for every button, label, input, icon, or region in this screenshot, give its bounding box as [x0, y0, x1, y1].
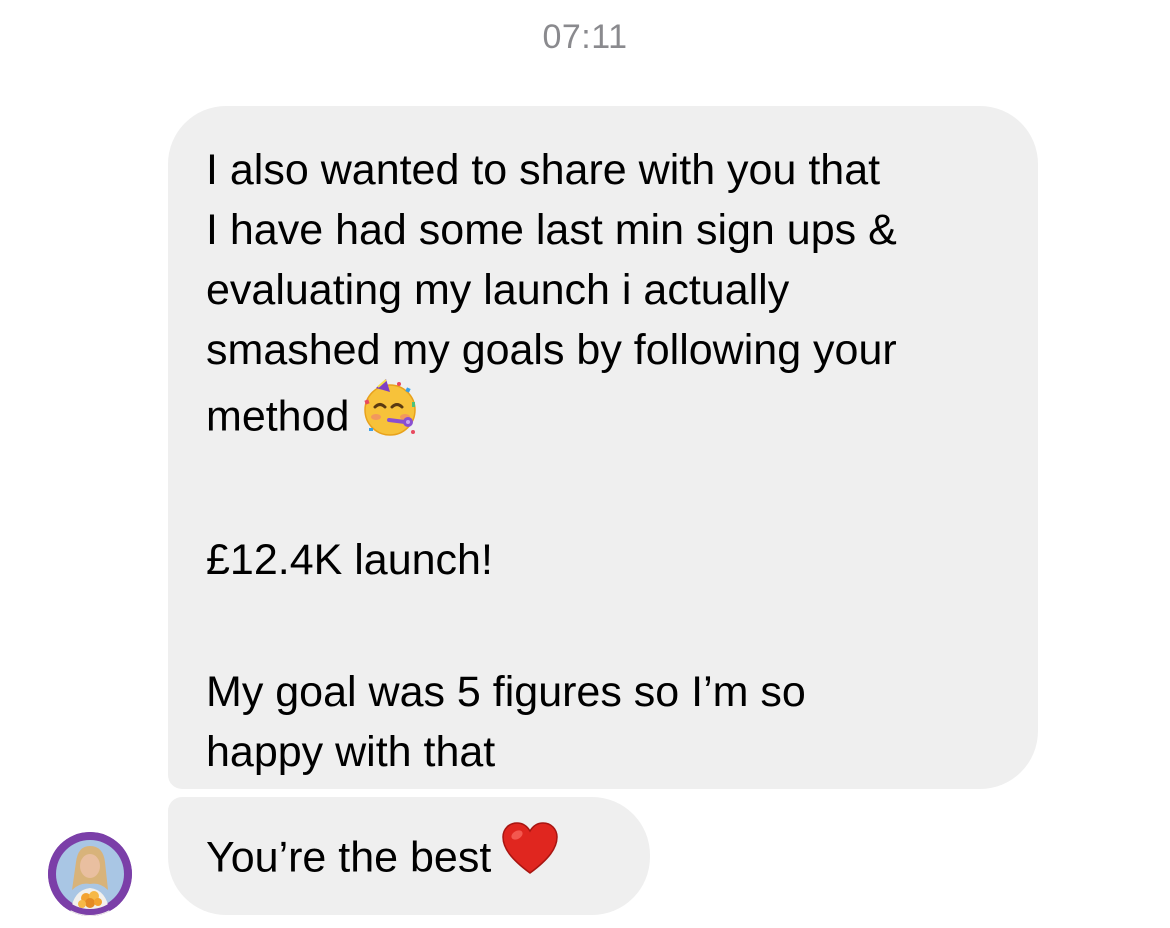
message-bubble[interactable]: You’re the best	[168, 797, 650, 915]
message-line: happy with that	[206, 728, 496, 776]
message-line: £12.4K launch!	[206, 536, 493, 584]
message-line: evaluating my launch i actually	[206, 266, 790, 314]
sender-avatar[interactable]	[48, 832, 132, 916]
red-heart-icon	[501, 821, 559, 891]
message-line-text: method	[206, 392, 350, 441]
partying-face-emoji-icon	[359, 376, 421, 454]
message-timestamp: 07:11	[542, 18, 628, 56]
message-line: smashed my goals by following your	[206, 326, 897, 374]
message-line: method	[206, 379, 1008, 458]
message-line: My goal was 5 figures so I’m so	[206, 668, 806, 716]
message-bubble[interactable]: I also wanted to share with you that I h…	[168, 106, 1038, 789]
message-line: I have had some last min sign ups &	[206, 206, 897, 254]
message-line: I also wanted to share with you that	[206, 146, 881, 194]
message-text: You’re the best	[206, 833, 492, 882]
